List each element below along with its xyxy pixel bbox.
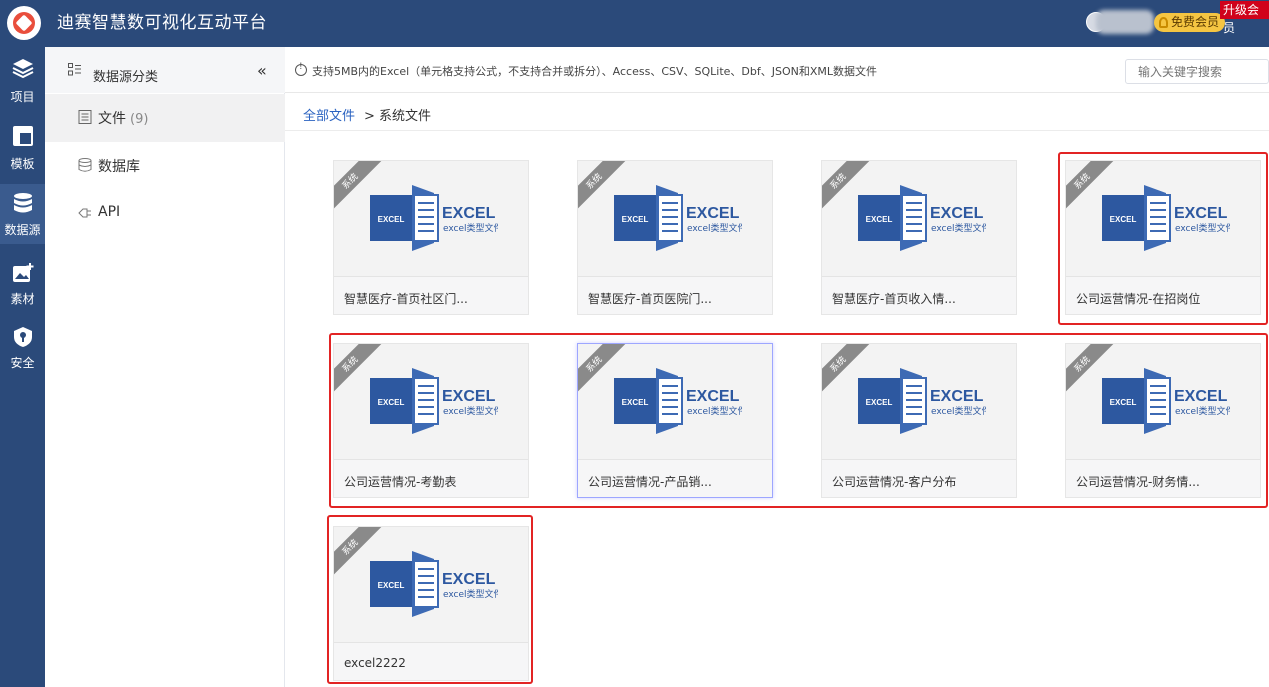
svg-text:EXCEL: EXCEL (622, 215, 649, 224)
file-thumbnail: 系统 EXCEL EXCEL excel类型文件 (822, 161, 1016, 276)
svg-text:excel类型文件: excel类型文件 (687, 222, 742, 234)
highlight-box (329, 333, 1268, 508)
svg-text:excel类型文件: excel类型文件 (443, 222, 498, 234)
file-name: 智慧医疗-首页医院门... (588, 292, 712, 306)
excel-file-icon: EXCEL EXCELexcel类型文件 (858, 185, 986, 251)
svg-text:EXCEL: EXCEL (442, 205, 496, 222)
file-name: 智慧医疗-首页收入情... (832, 292, 956, 306)
notice-text: 支持5MB内的Excel（单元格支持公式，不支持合并或拆分）、Access、CS… (312, 65, 878, 78)
sidebar-item-api[interactable]: API (45, 190, 285, 238)
nav-label: 项目 (10, 90, 35, 104)
info-icon (295, 62, 307, 76)
file-card-caption: 智慧医疗-首页收入情... (822, 276, 1016, 314)
sidebar-item-database[interactable]: 数据库 (45, 142, 285, 190)
file-name: 智慧医疗-首页社区门... (344, 292, 468, 306)
api-icon (78, 208, 91, 218)
svg-text:EXCEL: EXCEL (930, 205, 984, 222)
breadcrumb: 全部文件 > 系统文件 (285, 93, 1269, 131)
breadcrumb-all-files[interactable]: 全部文件 (303, 105, 355, 124)
top-bar: 迪赛智慧数可视化互动平台 免费会员 升级会员 (0, 0, 1269, 47)
sidebar-title: 数据源分类 (93, 70, 159, 85)
blurred-username (1096, 10, 1154, 34)
nav-label: 模板 (10, 157, 35, 171)
database-icon (14, 193, 32, 213)
sidebar-item-label: 文件 (98, 111, 126, 127)
file-card[interactable]: 系统 EXCEL EXCEL excel类型文件 智慧医疗-首页社区门... (333, 160, 529, 315)
file-card-caption: 智慧医疗-首页医院门... (578, 276, 772, 314)
highlight-box (327, 515, 533, 684)
key-icon (1159, 17, 1168, 28)
svg-text:excel类型文件: excel类型文件 (931, 222, 986, 234)
nav-label: 数据源 (4, 223, 41, 237)
app-title: 迪赛智慧数可视化互动平台 (57, 13, 267, 33)
template-icon (13, 126, 33, 146)
database-icon (78, 158, 92, 172)
file-thumbnail: 系统 EXCEL EXCEL excel类型文件 (578, 161, 772, 276)
nav-item-project[interactable]: 项目 (0, 47, 45, 107)
file-card[interactable]: 系统 EXCEL EXCEL excel类型文件 智慧医疗-首页收入情... (821, 160, 1017, 315)
svg-text:EXCEL: EXCEL (866, 215, 893, 224)
breadcrumb-current: > 系统文件 (364, 109, 432, 124)
excel-file-icon: EXCEL EXCELexcel类型文件 (370, 185, 498, 251)
collapse-sidebar-button[interactable]: « (257, 61, 267, 80)
svg-text:EXCEL: EXCEL (686, 205, 740, 222)
svg-text:EXCEL: EXCEL (378, 215, 405, 224)
highlight-box (1058, 152, 1268, 325)
sidebar-item-file[interactable]: 文件 (9) (45, 94, 285, 142)
sidebar-header: 数据源分类 « (45, 47, 285, 93)
user-area[interactable]: 免费会员 升级会员 (1086, 1, 1269, 36)
nav-item-template[interactable]: 模板 (0, 117, 45, 177)
sidebar-item-label: 数据库 (98, 159, 140, 175)
file-card[interactable]: 系统 EXCEL EXCEL excel类型文件 智慧医疗-首页医院门... (577, 160, 773, 315)
nav-item-datasource[interactable]: 数据源 (0, 184, 45, 244)
notice-bar: 支持5MB内的Excel（单元格支持公式，不支持合并或拆分）、Access、CS… (285, 47, 1269, 93)
datasource-sidebar: 数据源分类 « 文件 (9) 数据库 API (45, 47, 285, 687)
free-member-badge[interactable]: 免费会员 (1154, 13, 1226, 32)
shield-icon (14, 327, 32, 347)
file-count: (9) (130, 112, 149, 127)
layers-icon (12, 59, 34, 79)
image-add-icon (13, 263, 34, 282)
nav-label: 安全 (10, 356, 35, 370)
file-thumbnail: 系统 EXCEL EXCEL excel类型文件 (334, 161, 528, 276)
nav-item-material[interactable]: 素材 (0, 252, 45, 312)
nav-label: 素材 (10, 292, 35, 306)
nav-item-security[interactable]: 安全 (0, 320, 45, 380)
left-nav: 项目 模板 数据源 素材 安全 (0, 47, 45, 687)
file-icon (78, 110, 92, 124)
sidebar-item-label: API (98, 204, 121, 220)
category-icon (68, 63, 81, 76)
excel-file-icon: EXCEL EXCELexcel类型文件 (614, 185, 742, 251)
file-card-caption: 智慧医疗-首页社区门... (334, 276, 528, 314)
upgrade-member-button[interactable]: 升级会员 (1220, 1, 1269, 35)
search-input[interactable] (1125, 59, 1269, 84)
app-logo[interactable] (7, 6, 41, 40)
